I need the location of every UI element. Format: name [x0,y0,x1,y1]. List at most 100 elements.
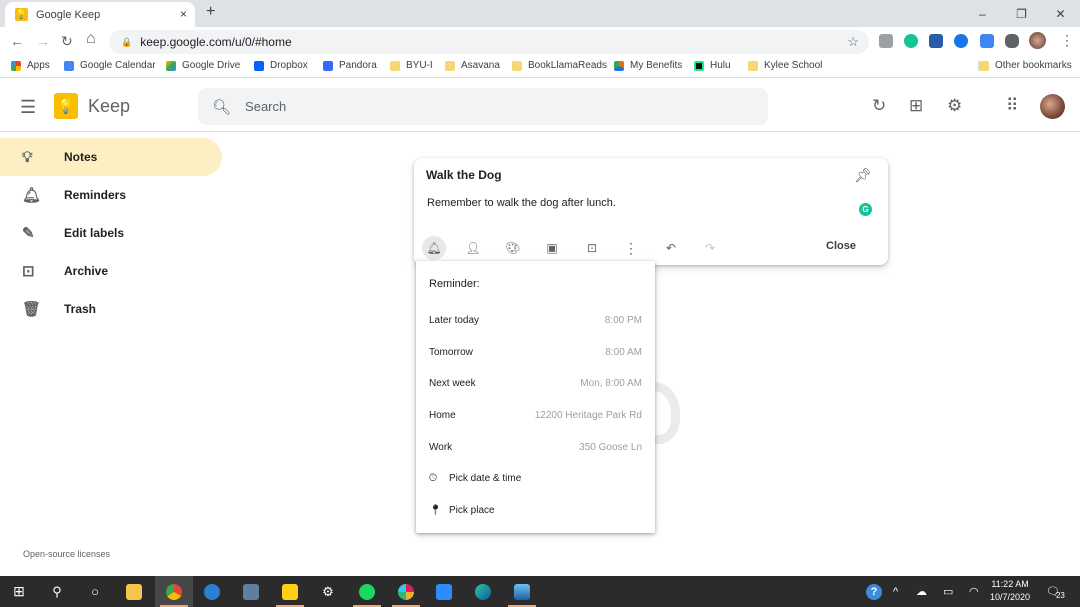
close-button[interactable]: Close [826,240,856,252]
bookmark-pandora[interactable]: Pandora [323,60,377,71]
system-clock[interactable]: 11:22 AM 10/7/2020 [990,578,1030,604]
bookmark-star-icon[interactable]: ☆ [847,34,859,50]
search-icon[interactable]: 🔍︎ [212,98,231,116]
cortana-circle-icon: ○ [91,584,99,599]
remind-me-icon[interactable]: 🔔︎ [422,236,446,260]
bookmark-byu-i[interactable]: BYU-I [390,60,433,71]
bookmark-bookllamareads[interactable]: BookLlamaReads [512,60,607,71]
chrome-taskbar-button[interactable] [155,576,193,607]
grammarly-icon[interactable]: G [859,203,872,216]
bookmark-dropbox[interactable]: Dropbox [254,60,308,71]
onedrive-error-icon[interactable]: ☁ [916,576,927,607]
search-bar[interactable]: 🔍︎ [198,88,768,125]
palette-icon[interactable]: 🎨︎ [501,236,525,260]
settings-taskbar-button[interactable]: ⚙ [309,576,347,607]
notification-count: 23 [1055,591,1065,600]
camera-extension-icon[interactable] [879,34,893,48]
window-close-button[interactable]: ✕ [1041,0,1080,27]
bookmark-asavana[interactable]: Asavana [445,60,500,71]
list-view-icon[interactable]: ⊞ [909,96,923,116]
archive-note-icon[interactable]: ⊡ [580,236,604,260]
thunderbird-button[interactable] [193,576,231,607]
notification-center-button[interactable]: 🗨︎ 23 [1046,576,1065,607]
sidebar-item-reminders[interactable]: 🔔︎ Reminders [0,176,222,214]
sidebar-item-archive[interactable]: ⊡ Archive [0,252,222,290]
settings-icon[interactable]: ⚙ [947,96,962,116]
new-tab-button[interactable]: + [206,3,215,21]
browser-menu-icon[interactable]: ⋮ [1060,32,1074,49]
extensions-puzzle-icon[interactable] [1005,34,1019,48]
hulu-icon [694,60,704,71]
cortana-button[interactable]: ○ [76,576,114,607]
bookmark-my-benefits[interactable]: My Benefits [614,60,682,71]
reminder-option-next-week[interactable]: Next week Mon, 8:00 AM [416,371,655,395]
pick-place-option[interactable]: 📍︎ Pick place [416,498,655,522]
sidebar-item-notes[interactable]: 💡︎ Notes [0,138,222,176]
browser-tab[interactable]: 💡 Google Keep × [5,2,195,27]
reminder-option-tomorrow[interactable]: Tomorrow 8:00 AM [416,340,655,364]
reload-button[interactable]: ↻ [61,33,73,50]
restore-button[interactable]: ❐ [1002,0,1041,27]
mail-icon [204,583,220,600]
pick-date-time-option[interactable]: 🕓︎ Pick date & time [416,466,655,490]
help-tray-icon[interactable]: ? [866,576,882,607]
sidebar-item-label: Archive [64,264,109,278]
sticky-notes-button[interactable] [271,576,309,607]
search-icon: ⚲ [52,583,62,599]
wifi-icon[interactable]: ◠ [969,576,979,607]
back-button[interactable]: ← [10,33,24,49]
more-options-icon[interactable]: ⋮ [619,236,643,260]
sidebar-item-edit-labels[interactable]: ✎ Edit labels [0,214,222,252]
reminder-option-home[interactable]: Home 12200 Heritage Park Rd [416,403,655,427]
bookmark-kylee-school[interactable]: Kylee School [748,60,822,71]
other-bookmarks[interactable]: Other bookmarks [978,60,1072,71]
calendar-extension-icon[interactable] [980,34,994,48]
url-bar[interactable]: 🔒 keep.google.com/u/0/#home ☆ [109,30,869,54]
taskbar-search-button[interactable]: ⚲ [38,576,76,607]
slack-button[interactable] [387,576,425,607]
slack-icon [398,583,414,600]
reminder-option-later-today[interactable]: Later today 8:00 PM [416,308,655,332]
google-apps-icon[interactable]: ⠿ [1006,96,1018,116]
minimize-button[interactable]: – [963,0,1002,27]
search-input[interactable] [245,99,726,114]
folder-icon [126,583,142,600]
check-extension-icon[interactable] [954,34,968,48]
photos-button[interactable] [503,576,541,607]
show-hidden-icons-button[interactable]: ^ [893,576,898,607]
sidebar-item-trash[interactable]: 🗑︎ Trash [0,290,222,328]
profile-avatar[interactable] [1029,32,1046,49]
tab-close-icon[interactable]: × [180,7,187,21]
undo-icon[interactable]: ↶ [659,236,683,260]
reader-extension-icon[interactable] [929,34,943,48]
reminder-option-work[interactable]: Work 350 Goose Ln [416,435,655,459]
dropbox-icon [254,60,264,71]
app-name[interactable]: Keep [88,96,130,117]
main-menu-icon[interactable]: ☰ [20,97,36,118]
home-button[interactable]: ⌂ [86,30,96,48]
pin-icon[interactable]: 📌︎ [854,167,872,184]
open-source-licenses-link[interactable]: Open-source licenses [23,549,110,559]
bookmark-hulu[interactable]: Hulu [694,60,731,71]
bookmark-google-calendar[interactable]: Google Calendar [64,60,156,71]
account-avatar[interactable] [1040,94,1065,119]
spotify-icon [359,583,375,600]
clock-date: 10/7/2020 [990,592,1031,602]
zoom-button[interactable] [425,576,463,607]
start-button[interactable]: ⊞ [0,576,38,607]
collaborator-icon[interactable]: 👤︎ [461,236,485,260]
grammarly-extension-icon[interactable] [904,34,918,48]
bookmark-apps[interactable]: Apps [11,60,50,71]
forward-button[interactable]: → [36,33,50,49]
file-explorer-button[interactable] [115,576,153,607]
add-image-icon[interactable]: ▣ [540,236,564,260]
spotify-button[interactable] [348,576,386,607]
redo-icon[interactable]: ↷ [698,236,722,260]
bookmark-google-drive[interactable]: Google Drive [166,60,240,71]
note-body[interactable]: Remember to walk the dog after lunch. [427,197,616,209]
battery-icon[interactable]: ▭ [943,576,953,607]
note-title[interactable]: Walk the Dog [426,168,502,182]
edge-button[interactable] [464,576,502,607]
calculator-button[interactable] [232,576,270,607]
refresh-icon[interactable]: ↻ [872,96,886,116]
